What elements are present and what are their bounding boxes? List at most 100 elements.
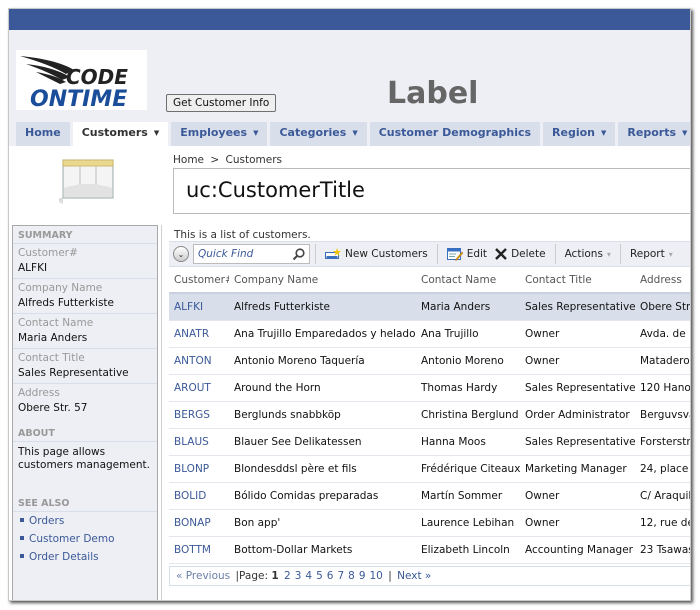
quick-find-toggle-icon[interactable]: ⌄: [173, 246, 189, 262]
column-header-contact-title[interactable]: Contact Title: [520, 267, 635, 294]
cell-address: Berguvsvägen 8: [635, 401, 690, 429]
cell-contact-title: Owner: [520, 347, 635, 375]
cell-customer-id[interactable]: BERGS: [169, 401, 229, 429]
actions-menu-button[interactable]: Actions ▾: [561, 248, 615, 260]
pager-page-link[interactable]: 4: [305, 570, 312, 582]
summary-label-address: Address: [18, 387, 60, 399]
view-description: This is a list of customers.: [174, 229, 311, 241]
cell-contact-title: Marketing Manager: [520, 455, 635, 483]
report-label: Report: [629, 248, 665, 260]
breadcrumb-separator: >: [210, 154, 220, 166]
toolbar-separator: [554, 244, 556, 264]
table-row[interactable]: BERGS Berglunds snabbköp Christina Berglun…: [169, 401, 690, 429]
menu-item-employees[interactable]: Employees ▼: [171, 122, 268, 146]
pager-page-link[interactable]: 2: [284, 570, 291, 582]
summary-heading: SUMMARY: [13, 226, 157, 244]
pager-current-page: 1: [271, 569, 279, 582]
table-row[interactable]: BLONP Blondesddsl père et fils Frédérique …: [169, 455, 690, 483]
summary-label-company-name: Company Name: [18, 282, 103, 294]
get-customer-info-button[interactable]: Get Customer Info: [166, 94, 277, 112]
cell-customer-id[interactable]: BLAUS: [169, 428, 229, 456]
cell-company-name: Bottom-Dollar Markets: [229, 536, 416, 564]
breadcrumb-home[interactable]: Home: [173, 154, 204, 166]
pager-page-link[interactable]: 7: [337, 570, 344, 582]
cell-contact-name: Antonio Moreno: [416, 347, 520, 375]
menu-label: Reports: [627, 126, 676, 139]
cell-address: 12, rue des Bouchers: [635, 509, 690, 537]
caret-down-icon: ▼: [682, 129, 688, 137]
cell-customer-id[interactable]: ANATR: [169, 320, 229, 348]
menu-item-home[interactable]: Home: [16, 122, 70, 146]
table-row[interactable]: BOTTM Bottom-Dollar Markets Elizabeth Linc…: [169, 536, 690, 564]
cell-customer-id[interactable]: ALFKI: [169, 293, 229, 321]
pager-page-link[interactable]: 10: [370, 570, 383, 582]
cell-contact-title: Sales Representative: [520, 293, 635, 321]
see-also-link-orders[interactable]: Orders: [13, 512, 157, 530]
see-also-link-order-details[interactable]: Order Details: [13, 548, 157, 566]
menu-item-customers[interactable]: Customers ▼: [72, 122, 169, 146]
summary-value-customer-id: ALFKI: [13, 260, 157, 279]
cell-customer-id[interactable]: AROUT: [169, 374, 229, 402]
delete-button[interactable]: Delete: [491, 248, 550, 260]
cell-contact-name: Christina Berglund: [416, 401, 520, 429]
code-ontime-logo[interactable]: CODE ONTIME: [16, 50, 147, 110]
column-header-contact-name[interactable]: Contact Name: [416, 267, 520, 294]
menu-item-categories[interactable]: Categories ▼: [270, 122, 367, 146]
edit-icon: [446, 248, 463, 261]
table-row[interactable]: BONAP Bon app' Laurence Lebihan Owner 12, ru…: [169, 509, 690, 537]
see-also-link-customer-demo[interactable]: Customer Demo: [13, 530, 157, 548]
cell-customer-id[interactable]: BOTTM: [169, 536, 229, 564]
sidebar: SUMMARY Customer# ALFKI Company Name Alf…: [12, 225, 158, 600]
summary-value-address: Obere Str. 57: [18, 402, 88, 414]
quick-find-input[interactable]: [198, 248, 293, 260]
table-row[interactable]: BOLID Bólido Comidas preparadas Martín Som…: [169, 482, 690, 510]
grid-toolbar: ⌄ New Customers: [169, 241, 690, 267]
pager-previous[interactable]: « Previous: [176, 570, 230, 582]
table-row[interactable]: ALFKI Alfreds Futterkiste Maria Anders Sale…: [169, 293, 690, 321]
quick-find: [193, 244, 310, 264]
cell-contact-name: Elizabeth Lincoln: [416, 536, 520, 564]
column-header-address[interactable]: Address: [635, 267, 690, 294]
new-customers-button[interactable]: New Customers: [321, 248, 432, 260]
breadcrumb: Home > Customers: [173, 154, 285, 166]
pager-page-link[interactable]: 6: [327, 570, 334, 582]
column-header-company-name[interactable]: Company Name: [229, 267, 416, 294]
app-window: CODE ONTIME Get Customer Info Label Home…: [8, 8, 691, 601]
search-icon[interactable]: [292, 248, 305, 261]
new-record-icon: [325, 248, 341, 259]
pager-page-link[interactable]: 5: [316, 570, 323, 582]
toolbar-separator: [436, 244, 438, 264]
cell-customer-id[interactable]: BLONP: [169, 455, 229, 483]
table-row[interactable]: ANTON Antonio Moreno Taquería Antonio More…: [169, 347, 690, 375]
cell-company-name: Blauer See Delikatessen: [229, 428, 416, 456]
pager-next[interactable]: Next »: [397, 570, 431, 582]
pager: « Previous |Page: 1 2 3 4 5 6 7 8 9 10 | Next »: [169, 565, 690, 586]
edit-button[interactable]: Edit: [443, 247, 491, 261]
table-row[interactable]: ANATR Ana Trujillo Emparedados y helados A…: [169, 320, 690, 348]
menu-item-region[interactable]: Region ▼: [543, 122, 616, 146]
cell-address: 120 Hanover Sq.: [635, 374, 690, 402]
cell-customer-id[interactable]: ANTON: [169, 347, 229, 375]
table-row[interactable]: BLAUS Blauer See Delikatessen Hanna Moos Sa…: [169, 428, 690, 456]
menu-label: Home: [25, 126, 61, 139]
column-header-customer-id[interactable]: Customer#: [169, 267, 229, 294]
menu-item-reports[interactable]: Reports ▼: [618, 122, 690, 146]
about-heading: ABOUT: [13, 424, 157, 442]
cell-address: 24, place Kléber: [635, 455, 690, 483]
pager-page-link[interactable]: 3: [295, 570, 302, 582]
cell-customer-id[interactable]: BOLID: [169, 482, 229, 510]
cell-contact-title: Order Administrator: [520, 401, 635, 429]
pager-page-link[interactable]: 9: [359, 570, 366, 582]
bullet-icon: [20, 536, 24, 540]
menu-item-customer-demographics[interactable]: Customer Demographics: [369, 122, 541, 146]
report-menu-button[interactable]: Report ▾: [626, 248, 677, 260]
pager-page-label: Page:: [239, 569, 268, 582]
actions-label: Actions: [564, 248, 603, 260]
grid-header-row: Customer# Company Name Contact Name Cont…: [169, 267, 690, 294]
pager-page-link[interactable]: 8: [348, 570, 355, 582]
table-row[interactable]: AROUT Around the Horn Thomas Hardy Sales Re…: [169, 374, 690, 402]
cell-address: Obere Str. 57: [635, 293, 690, 321]
cell-company-name: Alfreds Futterkiste: [229, 293, 416, 321]
cell-customer-id[interactable]: BONAP: [169, 509, 229, 537]
caret-down-icon: ▼: [153, 129, 160, 137]
